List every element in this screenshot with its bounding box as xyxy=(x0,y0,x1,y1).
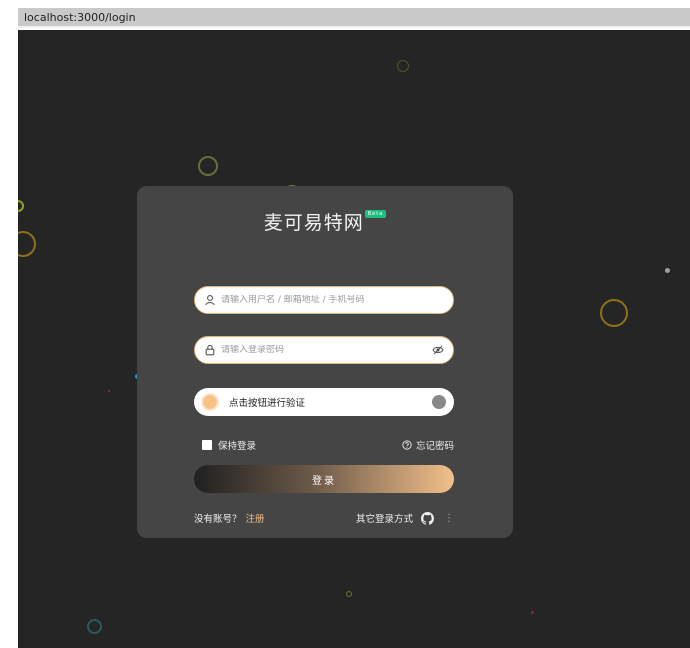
decor-ring xyxy=(198,156,218,176)
site-title: 麦可易特网 Beta xyxy=(137,208,513,235)
forgot-password-label: 忘记密码 xyxy=(415,441,454,452)
register-prompt: 没有账号？ 注册 xyxy=(194,511,265,525)
decor-ring xyxy=(397,60,409,72)
username-input[interactable] xyxy=(221,295,453,305)
decor-ring xyxy=(346,591,352,597)
remember-login-checkbox[interactable]: 保持登录 xyxy=(202,438,256,452)
login-options-row: 保持登录 忘记密码 xyxy=(202,438,454,452)
eye-icon[interactable] xyxy=(432,344,444,356)
more-vertical-icon[interactable]: ⋮ xyxy=(444,513,454,524)
decor-dot xyxy=(531,611,534,614)
other-login-methods: 其它登录方式 ⋮ xyxy=(356,511,454,525)
lock-icon xyxy=(205,344,215,356)
decor-dot xyxy=(108,390,110,392)
decor-ring xyxy=(18,200,24,212)
forgot-password-link[interactable]: 忘记密码 xyxy=(402,438,454,452)
beta-badge: Beta xyxy=(364,210,387,218)
captcha-logo-icon xyxy=(432,395,446,409)
password-input[interactable] xyxy=(221,345,432,355)
decor-ring xyxy=(18,231,36,257)
question-circle-icon xyxy=(402,440,412,450)
decor-ring xyxy=(87,619,102,634)
register-link[interactable]: 注册 xyxy=(246,514,265,525)
decor-dot xyxy=(665,268,670,273)
captcha-text: 点击按钮进行验证 xyxy=(229,398,306,409)
address-bar-url: localhost:3000/login xyxy=(24,11,136,24)
password-field[interactable] xyxy=(194,336,454,364)
username-field[interactable] xyxy=(194,286,454,314)
captcha-verify-button[interactable]: 点击按钮进行验证 xyxy=(194,388,454,416)
remember-login-label: 保持登录 xyxy=(218,441,257,452)
checkbox-box[interactable] xyxy=(202,440,212,450)
address-bar[interactable]: localhost:3000/login xyxy=(18,8,690,28)
captcha-knob[interactable] xyxy=(201,393,219,411)
other-login-label: 其它登录方式 xyxy=(355,514,413,525)
login-card: 麦可易特网Beta 点击按钮进行验证 xyxy=(137,186,513,538)
user-icon xyxy=(205,295,215,306)
login-footer-row: 没有账号？ 注册 其它登录方式 ⋮ xyxy=(194,510,454,526)
login-button[interactable]: 登录 xyxy=(194,465,454,493)
github-icon[interactable] xyxy=(421,511,434,525)
decor-ring xyxy=(600,299,628,327)
site-title-text: 麦可易特网 xyxy=(263,212,364,234)
login-page-background: 麦可易特网Beta 点击按钮进行验证 xyxy=(18,30,690,648)
no-account-label: 没有账号？ xyxy=(194,514,242,525)
